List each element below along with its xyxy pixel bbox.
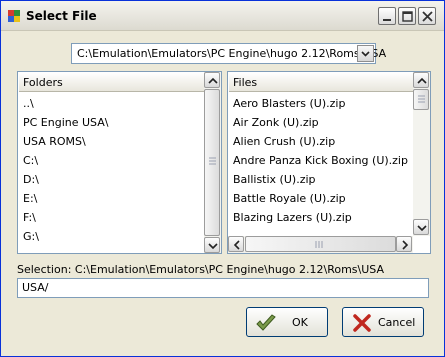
file-item[interactable]: Blazing Lazers (U).zip <box>229 208 408 227</box>
close-icon <box>422 11 433 22</box>
checkmark-icon <box>256 314 276 331</box>
files-horizontal-scrollbar[interactable] <box>228 236 413 253</box>
folders-rows: ..\ PC Engine USA\ USA ROMS\ C:\ D:\ E:\… <box>19 94 108 246</box>
chevron-down-icon <box>208 243 218 250</box>
chevron-up-icon <box>417 77 427 84</box>
path-value: C:\Emulation\Emulators\PC Engine\hugo 2.… <box>77 47 387 60</box>
file-item[interactable]: Andre Panza Kick Boxing (U).zip <box>229 151 408 170</box>
cancel-button-label: Cancel <box>378 316 416 329</box>
file-item[interactable]: Ballistix (U).zip <box>229 170 408 189</box>
close-button[interactable] <box>418 7 436 25</box>
app-icon <box>8 10 20 22</box>
folders-scroll-thumb[interactable] <box>204 89 220 236</box>
minimize-button[interactable] <box>378 7 396 25</box>
files-scroll-right-button[interactable] <box>396 236 412 252</box>
maximize-button[interactable] <box>398 7 416 25</box>
files-list[interactable]: Files Aero Blasters (U).zip Air Zonk (U)… <box>227 71 431 254</box>
chevron-left-icon <box>233 240 240 250</box>
folder-item[interactable]: E:\ <box>19 189 108 208</box>
path-dropdown[interactable]: C:\Emulation\Emulators\PC Engine\hugo 2.… <box>71 43 386 64</box>
window-title: Select File <box>26 9 97 23</box>
files-scroll-thumb[interactable] <box>413 89 429 110</box>
grip-icon <box>315 241 323 248</box>
file-item[interactable]: Battle Royale (U).zip <box>229 189 408 208</box>
file-item[interactable]: Air Zonk (U).zip <box>229 113 408 132</box>
chevron-right-icon <box>402 240 409 250</box>
path-dropdown-button[interactable] <box>357 45 374 62</box>
title-bar[interactable]: Select File <box>1 1 444 31</box>
chevron-up-icon <box>208 77 218 84</box>
chevron-down-icon <box>361 51 370 57</box>
files-scroll-down-button[interactable] <box>413 219 429 235</box>
files-hscroll-thumb[interactable] <box>245 236 396 252</box>
folders-header-label: Folders <box>23 76 63 89</box>
file-item[interactable]: Aero Blasters (U).zip <box>229 94 408 113</box>
chevron-down-icon <box>417 225 427 232</box>
files-header-label: Files <box>233 76 258 89</box>
folder-item[interactable]: D:\ <box>19 170 108 189</box>
folder-item[interactable]: G:\ <box>19 227 108 246</box>
ok-button[interactable]: OK <box>246 307 328 337</box>
files-column-header[interactable]: Files <box>229 73 413 92</box>
cancel-button[interactable]: Cancel <box>342 307 424 337</box>
files-rows: Aero Blasters (U).zip Air Zonk (U).zip A… <box>229 94 408 227</box>
selection-label: Selection: C:\Emulation\Emulators\PC Eng… <box>17 263 384 276</box>
grip-icon <box>418 95 425 103</box>
folder-item[interactable]: PC Engine USA\ <box>19 113 108 132</box>
folders-scroll-up-button[interactable] <box>204 72 220 88</box>
cancel-x-icon <box>353 314 371 332</box>
selection-field[interactable]: USA/ <box>17 278 429 298</box>
folders-vertical-scrollbar[interactable] <box>204 72 221 253</box>
maximize-icon <box>402 11 413 22</box>
files-vertical-scrollbar[interactable] <box>413 72 430 236</box>
files-scroll-up-button[interactable] <box>413 72 429 88</box>
folders-scroll-down-button[interactable] <box>204 237 220 253</box>
file-item[interactable]: Alien Crush (U).zip <box>229 132 408 151</box>
minimize-icon <box>383 19 391 21</box>
folders-column-header[interactable]: Folders <box>19 73 204 92</box>
select-file-dialog: Select File C:\Emulation\Emulators\PC En… <box>0 0 445 357</box>
folder-item[interactable]: F:\ <box>19 208 108 227</box>
folder-item[interactable]: USA ROMS\ <box>19 132 108 151</box>
grip-icon <box>209 157 216 165</box>
folder-item[interactable]: ..\ <box>19 94 108 113</box>
folders-list[interactable]: Folders ..\ PC Engine USA\ USA ROMS\ C:\… <box>17 71 222 254</box>
files-scroll-left-button[interactable] <box>228 236 244 252</box>
ok-button-label: OK <box>292 316 308 329</box>
folder-item[interactable]: C:\ <box>19 151 108 170</box>
